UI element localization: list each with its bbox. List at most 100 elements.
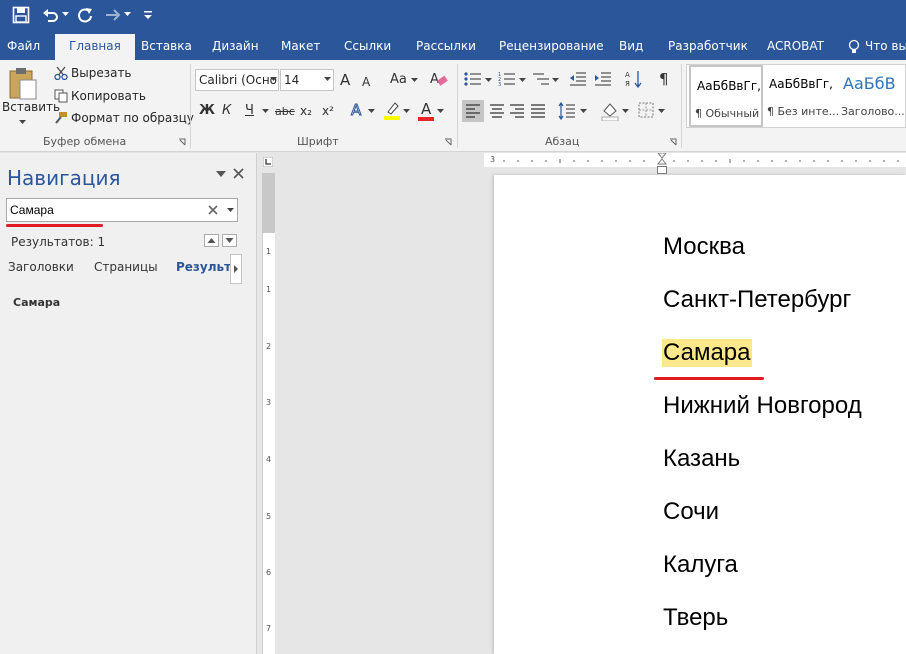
highlight-icon[interactable]: [383, 100, 401, 120]
pane-options-icon[interactable]: [216, 171, 226, 178]
bold-button[interactable]: Ж: [199, 103, 215, 119]
font-name-box[interactable]: Calibri (Осно: [195, 69, 279, 91]
indent-marker-icon[interactable]: [657, 153, 667, 167]
style-heading-1[interactable]: АаБбВ Заголово...: [837, 65, 906, 127]
customize-qat-icon[interactable]: [144, 10, 152, 20]
redo-icon[interactable]: [76, 6, 94, 24]
change-case-dropdown-icon[interactable]: [411, 78, 418, 83]
style-name: ¶ Без инте...: [767, 105, 840, 118]
tab-pages[interactable]: Страницы: [94, 260, 158, 274]
result-item[interactable]: Самара: [13, 296, 60, 310]
red-annotation-underline: [654, 377, 764, 380]
tab-results[interactable]: Результат: [176, 260, 230, 274]
close-icon[interactable]: [233, 168, 244, 179]
align-left-icon[interactable]: [462, 100, 484, 122]
justify-icon[interactable]: [527, 100, 549, 122]
horizontal-ruler: 3: [484, 153, 906, 167]
vertical-ruler: 1 1 2 3 4 5 6 7: [258, 153, 278, 654]
tab-acrobat[interactable]: ACROBAT: [767, 34, 824, 60]
tab-design[interactable]: Дизайн: [212, 34, 259, 60]
paste-icon[interactable]: [8, 66, 38, 100]
paste-button[interactable]: Вставить: [2, 100, 60, 114]
font-color-button[interactable]: A: [421, 101, 431, 117]
superscript-button[interactable]: x²: [322, 103, 334, 119]
text-effects-icon[interactable]: A: [350, 101, 366, 119]
font-group-label: Шрифт: [297, 135, 339, 148]
show-marks-button[interactable]: ¶: [659, 71, 669, 87]
tab-layout[interactable]: Макет: [281, 34, 320, 60]
styles-gallery: АаБбВвГг, ¶ Обычный АаБбВвГг, ¶ Без инте…: [686, 64, 906, 128]
grow-font-button[interactable]: A: [340, 72, 350, 88]
italic-button[interactable]: К: [222, 103, 231, 119]
copy-button[interactable]: Копировать: [71, 89, 146, 103]
save-icon[interactable]: [12, 6, 30, 24]
increase-indent-icon[interactable]: [594, 71, 612, 87]
font-size-dropdown-icon[interactable]: [324, 77, 331, 82]
touch-dropdown-icon[interactable]: [124, 12, 131, 17]
line-spacing-dropdown-icon[interactable]: [580, 109, 587, 114]
tab-mailings[interactable]: Рассылки: [416, 34, 476, 60]
borders-dropdown-icon[interactable]: [658, 109, 665, 114]
shading-dropdown-icon[interactable]: [622, 109, 629, 114]
numbering-icon[interactable]: 123: [498, 71, 516, 87]
align-center-icon[interactable]: [486, 100, 508, 122]
undo-icon[interactable]: [42, 6, 60, 24]
format-painter-icon: [55, 112, 67, 124]
group-separator: [681, 64, 682, 148]
borders-icon[interactable]: [638, 102, 654, 118]
font-color-bar-icon: [418, 117, 434, 121]
underline-dropdown-icon[interactable]: [262, 109, 269, 114]
tab-home[interactable]: Главная: [55, 34, 135, 60]
tab-selector-icon[interactable]: [263, 157, 273, 167]
hanging-indent-icon[interactable]: [657, 166, 667, 174]
text-effects-dropdown-icon[interactable]: [368, 109, 375, 114]
shading-icon[interactable]: [601, 101, 619, 121]
decrease-indent-icon[interactable]: [569, 71, 587, 87]
tell-me-box[interactable]: Что вы: [865, 34, 906, 60]
clipboard-launcher-icon[interactable]: [178, 138, 186, 146]
svg-text:A: A: [430, 72, 439, 87]
tab-developer[interactable]: Разработчик: [668, 34, 748, 60]
tab-view[interactable]: Вид: [619, 34, 643, 60]
bullets-dropdown-icon[interactable]: [485, 78, 492, 83]
align-right-icon[interactable]: [506, 100, 528, 122]
shrink-font-button[interactable]: A: [362, 74, 370, 90]
font-name-dropdown-icon[interactable]: [270, 77, 277, 82]
touch-mode-icon[interactable]: [104, 8, 124, 22]
highlight-dropdown-icon[interactable]: [403, 109, 410, 114]
tabs-scroll-right-icon[interactable]: [230, 254, 242, 284]
underline-button[interactable]: Ч: [245, 103, 254, 119]
font-color-dropdown-icon[interactable]: [437, 109, 444, 114]
subscript-button[interactable]: x₂: [300, 103, 312, 119]
previous-result-icon[interactable]: [204, 234, 219, 247]
tab-review[interactable]: Рецензирование: [499, 34, 604, 60]
cut-button[interactable]: Вырезать: [71, 66, 132, 80]
change-case-button[interactable]: Aa: [390, 72, 407, 88]
style-no-spacing[interactable]: АаБбВвГг, ¶ Без инте...: [763, 65, 840, 127]
next-result-icon[interactable]: [222, 234, 237, 247]
search-options-icon[interactable]: [227, 208, 234, 213]
paste-dropdown-icon[interactable]: [19, 120, 26, 125]
undo-dropdown-icon[interactable]: [62, 12, 69, 17]
tab-headings[interactable]: Заголовки: [8, 260, 74, 274]
strikethrough-button[interactable]: abc: [275, 104, 295, 120]
tab-file[interactable]: Файл: [7, 34, 40, 60]
tab-references[interactable]: Ссылки: [344, 34, 391, 60]
svg-text:Я: Я: [625, 80, 630, 88]
line-spacing-icon[interactable]: [558, 102, 576, 120]
tab-insert[interactable]: Вставка: [141, 34, 192, 60]
multilevel-list-icon[interactable]: [532, 71, 550, 87]
bullets-icon[interactable]: [464, 71, 482, 87]
font-launcher-icon[interactable]: [444, 138, 452, 146]
document-page[interactable]: Москва Санкт-Петербург Самара Нижний Нов…: [494, 175, 906, 654]
ruler-number: 4: [265, 455, 272, 464]
multilevel-dropdown-icon[interactable]: [552, 78, 559, 83]
numbering-dropdown-icon[interactable]: [519, 78, 526, 83]
sort-icon[interactable]: AЯ: [625, 69, 643, 89]
search-input[interactable]: [10, 202, 200, 218]
style-normal[interactable]: АаБбВвГг, ¶ Обычный: [689, 65, 763, 127]
clear-formatting-icon[interactable]: A: [430, 70, 448, 88]
format-painter-button[interactable]: Формат по образцу: [71, 111, 194, 125]
clear-search-icon[interactable]: [208, 205, 218, 215]
paragraph-launcher-icon[interactable]: [669, 138, 677, 146]
